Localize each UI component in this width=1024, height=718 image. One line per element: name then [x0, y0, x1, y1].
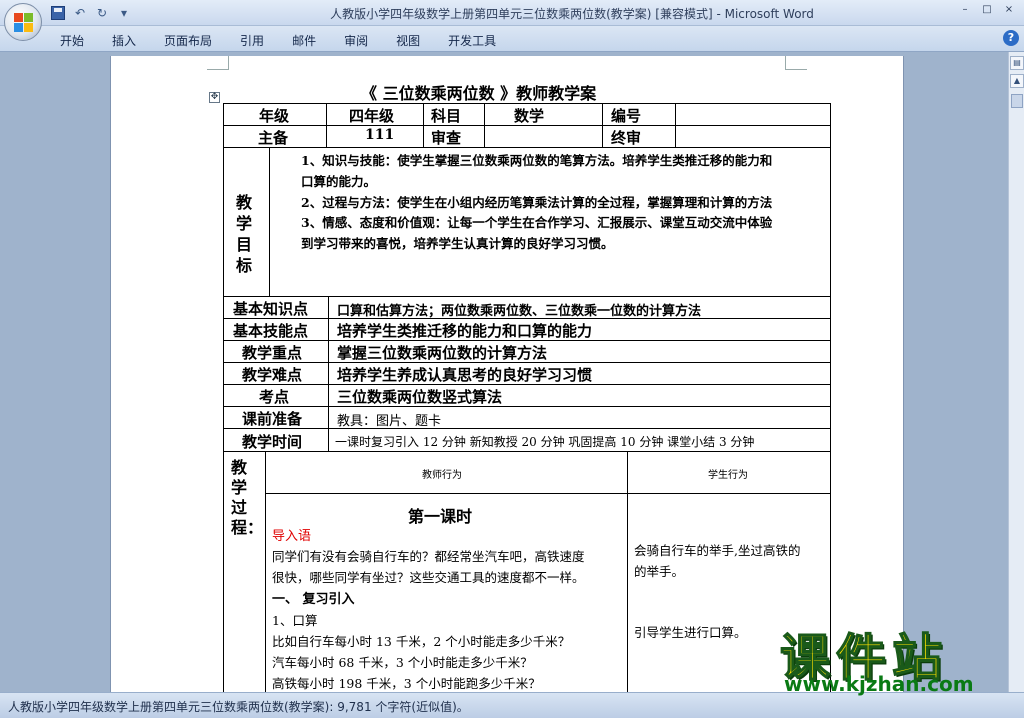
row-value: 教具：图片、题卡 [337, 414, 442, 429]
student-text-line: 会骑自行车的举手,坐过高铁的 [634, 543, 801, 558]
watermark-url: www.kjzhan.com [784, 672, 974, 696]
document-title: 《 三位数乘两位数 》教师教学案 [361, 84, 597, 103]
intro-text-line: 同学们有没有会骑自行车的？都经常坐汽车吧，高铁速度 [272, 549, 585, 564]
tab-references[interactable]: 引用 [226, 30, 278, 51]
watermark-logo: 课件站 www.kjzhan.com [772, 618, 1022, 696]
table-move-handle-icon[interactable]: ✥ [209, 92, 220, 103]
tab-page-layout[interactable]: 页面布局 [150, 30, 226, 51]
ribbon-tabs: 开始 插入 页面布局 引用 邮件 审阅 视图 开发工具 [46, 30, 510, 51]
row-label: 教学重点 [242, 344, 303, 362]
status-text: 人教版小学四年级数学上册第四单元三位数乘两位数(教学案): 9,781 个字符(… [8, 700, 469, 714]
office-button[interactable] [4, 3, 42, 41]
document-area: ✥ 《 三位数乘两位数 》教师教学案 年级 四年级 科目 数学 编号 主备 11… [0, 52, 1008, 692]
row-label: 教学难点 [242, 366, 303, 384]
student-text-line: 引导学生进行口算。 [634, 625, 747, 640]
document-page[interactable]: ✥ 《 三位数乘两位数 》教师教学案 年级 四年级 科目 数学 编号 主备 11… [110, 56, 904, 692]
question-line: 汽车每小时 68 千米，3 个小时能走多少千米？ [272, 655, 533, 670]
tab-mailings[interactable]: 邮件 [278, 30, 330, 51]
row-value: 一课时复习引入 12 分钟 新知教授 20 分钟 巩固提高 10 分钟 课堂小结… [335, 435, 755, 449]
objective-line: 3、情感、态度和价值观：让每一个学生在合作学习、汇报展示、课堂互动交流中体验 [301, 215, 773, 230]
title-bar: ↶ ↻ ▾ 人教版小学四年级数学上册第四单元三位数乘两位数(教学案) [兼容模式… [0, 0, 1024, 26]
maximize-button[interactable]: □ [978, 2, 996, 18]
ribbon: 开始 插入 页面布局 引用 邮件 审阅 视图 开发工具 ? [0, 26, 1024, 52]
tab-home[interactable]: 开始 [46, 30, 98, 51]
objective-line: 口算的能力。 [301, 174, 377, 189]
tab-view[interactable]: 视图 [382, 30, 434, 51]
student-header: 学生行为 [708, 470, 748, 481]
crop-mark [207, 56, 229, 70]
student-text-line: 的举手。 [634, 564, 685, 579]
window-title: 人教版小学四年级数学上册第四单元三位数乘两位数(教学案) [兼容模式] - Mi… [330, 7, 814, 21]
row-label: 基本技能点 [233, 322, 309, 340]
objective-line: 2、过程与方法：使学生在小组内经历笔算乘法计算的全过程，掌握算理和计算的方法 [301, 195, 773, 210]
row-label: 考点 [259, 388, 290, 406]
teacher-header: 教师行为 [422, 470, 462, 481]
window-controls: – □ × [956, 2, 1018, 18]
lesson-title: 第一课时 [408, 507, 473, 526]
vertical-scrollbar[interactable]: ▤ ▲ [1008, 52, 1024, 692]
row-label: 课前准备 [242, 410, 303, 428]
row-value: 培养学生类推迁移的能力和口算的能力 [337, 322, 593, 340]
lead-label: 主备 [258, 129, 289, 147]
tab-developer[interactable]: 开发工具 [434, 30, 510, 51]
grade-label: 年级 [259, 107, 290, 125]
help-icon[interactable]: ? [1003, 30, 1019, 46]
grade-value: 四年级 [349, 107, 395, 125]
table-cell [484, 125, 603, 148]
subject-value: 数学 [514, 107, 545, 125]
intro-heading: 导入语 [272, 529, 312, 544]
ruler-toggle-icon[interactable]: ▤ [1010, 56, 1024, 70]
office-logo-icon [14, 13, 34, 33]
question-line: 高铁每小时 198 千米，3 个小时能跑多少千米？ [272, 676, 541, 691]
review-label: 审查 [431, 129, 462, 147]
table-cell [675, 125, 831, 148]
tab-insert[interactable]: 插入 [98, 30, 150, 51]
item-heading: 1、口算 [272, 613, 318, 628]
question-line: 比如自行车每小时 13 千米，2 个小时能走多少千米？ [272, 634, 571, 649]
process-label-char: 程： [231, 518, 264, 537]
table-cell [675, 103, 831, 126]
lead-value: 111 [365, 127, 395, 143]
objective-line: 1、知识与技能：使学生掌握三位数乘两位数的笔算方法。培养学生类推迁移的能力和 [301, 153, 773, 168]
section-heading: 一、 复习引入 [272, 592, 355, 607]
row-label: 基本知识点 [233, 300, 309, 318]
number-label: 编号 [611, 107, 642, 125]
scroll-up-icon[interactable]: ▲ [1010, 74, 1024, 88]
row-value: 培养学生养成认真思考的良好学习习惯 [337, 366, 593, 384]
objectives-label-char: 标 [236, 256, 253, 275]
scroll-thumb[interactable] [1011, 94, 1023, 108]
final-label: 终审 [611, 129, 642, 147]
close-button[interactable]: × [1000, 2, 1018, 18]
row-value: 口算和估算方法；两位数乘两位数、三位数乘一位数的计算方法 [337, 304, 702, 319]
intro-text-line: 很快，哪些同学有坐过？这些交通工具的速度都不一样。 [272, 570, 585, 585]
row-value: 掌握三位数乘两位数的计算方法 [337, 344, 548, 362]
tab-review[interactable]: 审阅 [330, 30, 382, 51]
crop-mark [785, 56, 807, 70]
subject-label: 科目 [431, 107, 462, 125]
objective-line: 到学习带来的喜悦，培养学生认真计算的良好学习习惯。 [301, 236, 614, 251]
row-label: 教学时间 [242, 433, 303, 451]
row-value: 三位数乘两位数竖式算法 [337, 388, 503, 406]
minimize-button[interactable]: – [956, 2, 974, 18]
